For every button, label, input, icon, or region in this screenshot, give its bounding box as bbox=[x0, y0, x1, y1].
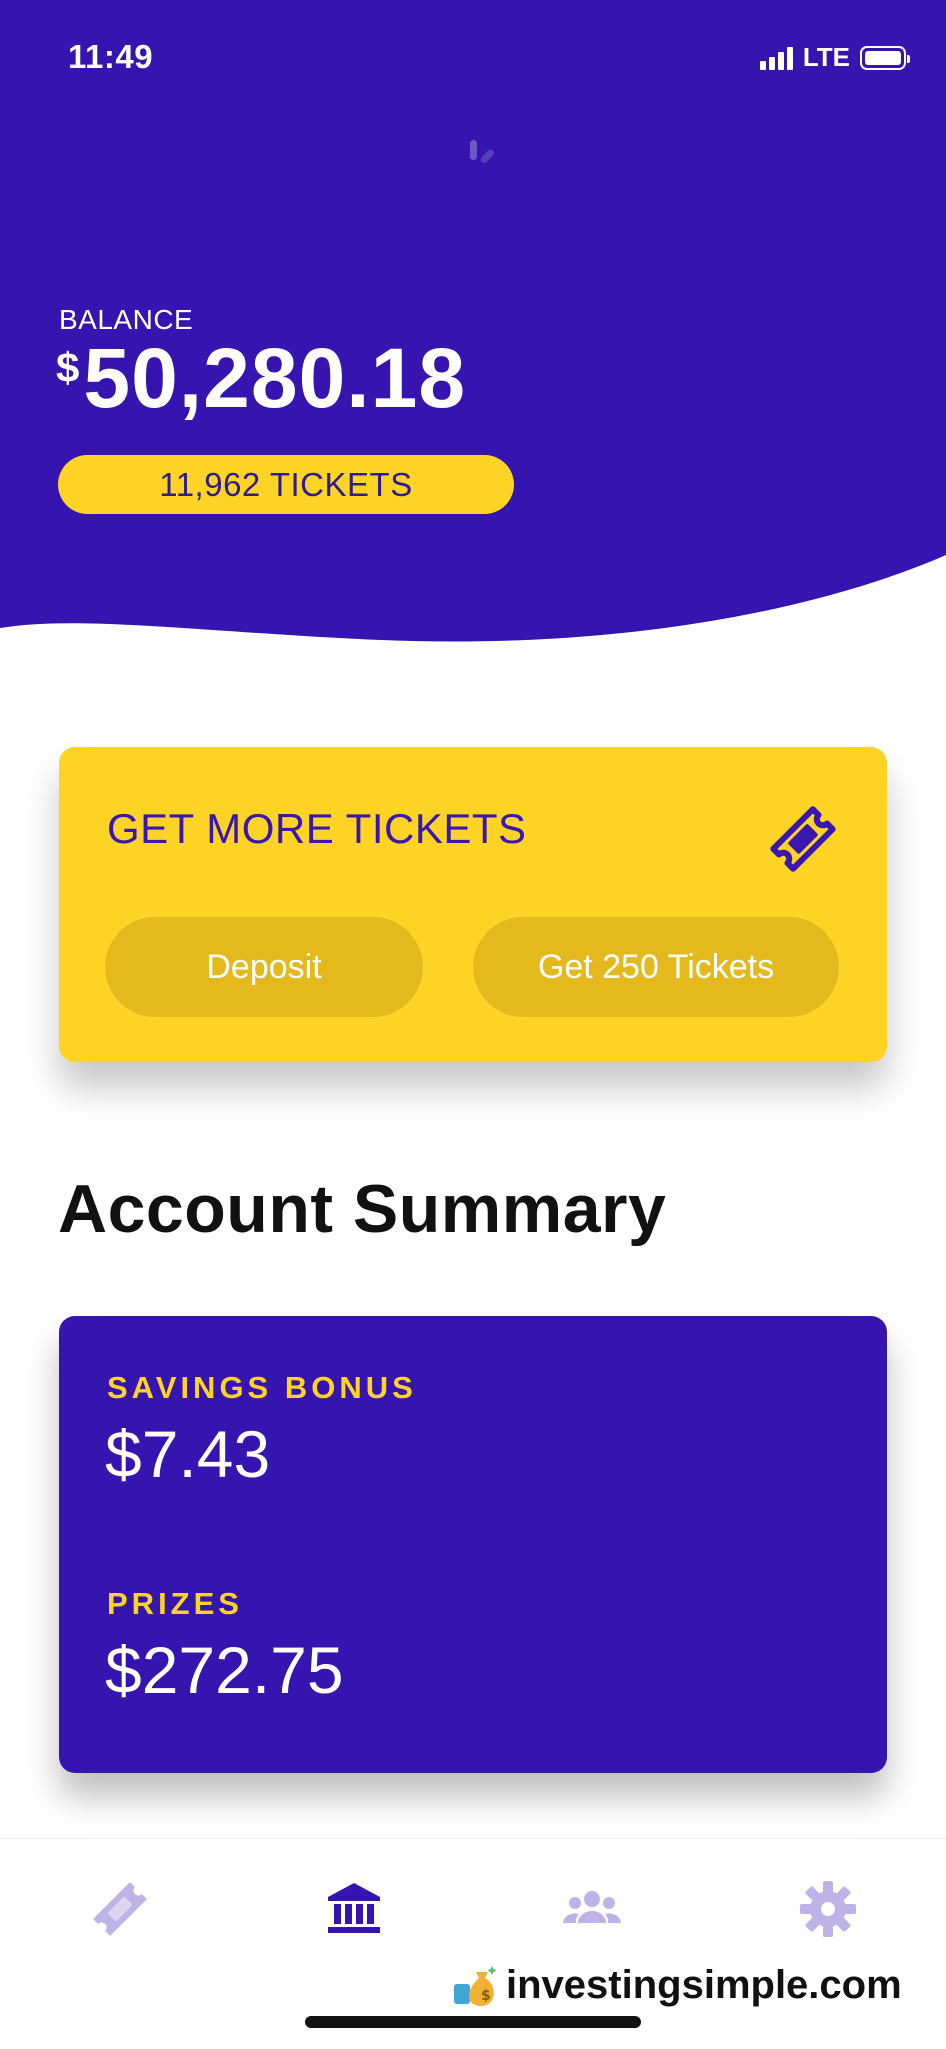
battery-icon bbox=[860, 45, 910, 70]
tickets-count-badge[interactable]: 11,962 TICKETS bbox=[58, 455, 514, 514]
money-bag-icon: $ bbox=[454, 1966, 497, 2006]
tab-bank-icon[interactable] bbox=[322, 1877, 386, 1941]
account-summary-title: Account Summary bbox=[58, 1171, 667, 1247]
home-indicator[interactable] bbox=[305, 2016, 641, 2028]
ticket-icon bbox=[770, 806, 836, 872]
account-summary-card: SAVINGS BONUS $7.43 PRIZES $272.75 bbox=[59, 1316, 887, 1773]
status-indicators: LTE bbox=[759, 42, 910, 73]
investingsimple-watermark: $ investingsimple.com bbox=[452, 1962, 902, 2008]
watermark-text: investingsimple.com bbox=[506, 1962, 902, 2007]
tab-people-icon[interactable] bbox=[560, 1877, 624, 1941]
balance-currency: $ bbox=[56, 344, 80, 391]
savings-bonus-label: SAVINGS BONUS bbox=[107, 1370, 417, 1405]
balance-value: 50,280.18 bbox=[83, 331, 467, 425]
savings-bonus-value: $7.43 bbox=[105, 1417, 271, 1491]
tab-settings-gear-icon[interactable] bbox=[796, 1877, 860, 1941]
svg-text:$: $ bbox=[481, 1988, 491, 2004]
prizes-value: $272.75 bbox=[105, 1633, 344, 1707]
balance-header: 11:49 LTE BALANCE $ 50,280.18 11,962 TIC… bbox=[0, 0, 946, 660]
deposit-button[interactable]: Deposit bbox=[105, 917, 423, 1017]
status-time: 11:49 bbox=[68, 38, 154, 75]
get-more-tickets-title: GET MORE TICKETS bbox=[107, 805, 527, 852]
tab-tickets-icon[interactable] bbox=[88, 1877, 152, 1941]
loading-spinner-icon bbox=[470, 140, 495, 164]
prizes-label: PRIZES bbox=[107, 1586, 243, 1621]
get-more-tickets-card: GET MORE TICKETS Deposit Get 250 Tickets bbox=[59, 747, 887, 1062]
balance-amount: $ 50,280.18 bbox=[56, 330, 466, 427]
get-250-tickets-button[interactable]: Get 250 Tickets bbox=[473, 917, 839, 1017]
network-type: LTE bbox=[802, 42, 850, 72]
signal-icon bbox=[759, 46, 793, 70]
